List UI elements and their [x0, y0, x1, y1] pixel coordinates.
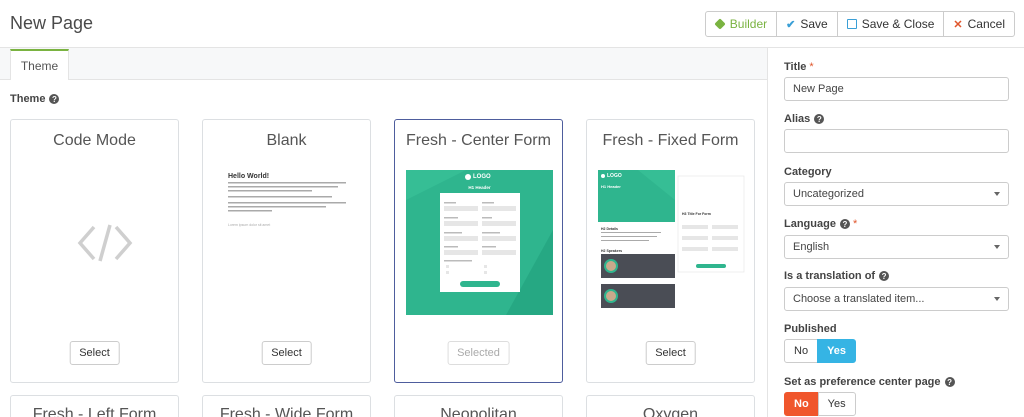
theme-card-title: Fresh - Center Form [406, 132, 551, 149]
published-toggle: No Yes [784, 339, 857, 363]
tab-bar: Theme [0, 48, 767, 81]
preview-footer: Lorem ipsum dolor sit amet [228, 223, 271, 227]
preview-graphic [598, 170, 745, 308]
preview-graphic [406, 170, 553, 315]
code-icon [77, 224, 133, 262]
selected-button[interactable]: Selected [447, 341, 510, 365]
translation-select[interactable]: Choose a translated item... [784, 287, 1009, 311]
title-input[interactable]: New Page [784, 77, 1009, 101]
theme-card-fresh-center-form[interactable]: Fresh - Center Form LOGO H1 Header Selec… [394, 119, 563, 383]
fresh-fixed-preview: LOGO H1 Header H2 Details H2 Speakers H3… [598, 170, 745, 315]
theme-content: Theme ? Code Mode Select Blank Hello Wor… [0, 80, 767, 417]
save-button[interactable]: ✔ Save [776, 11, 838, 37]
theme-card-title: Fresh - Wide Form [219, 406, 354, 417]
language-label: Language ? * [784, 218, 858, 230]
builder-button[interactable]: Builder [704, 11, 778, 37]
fresh-center-preview: LOGO H1 Header [406, 170, 553, 315]
preview-logo: LOGO [607, 173, 622, 179]
page-header: New Page Builder ✔ Save Save & Close ✕ C… [0, 0, 1024, 48]
theme-section-label: Theme ? [10, 93, 60, 105]
required-marker: * [852, 218, 858, 230]
select-button[interactable]: Select [69, 341, 120, 365]
alias-label: Alias ? [784, 113, 825, 125]
preview-logo: LOGO [473, 174, 491, 180]
theme-card-title: Blank [266, 132, 307, 149]
close-icon: ✕ [953, 18, 963, 31]
theme-card-title: Fresh - Fixed Form [602, 132, 739, 149]
chevron-down-icon [994, 297, 1000, 301]
theme-card-blank[interactable]: Blank Hello World! Lorem ipsum dolor sit… [202, 119, 371, 383]
required-marker: * [809, 61, 814, 73]
published-label: Published [784, 323, 837, 335]
title-label: Title * [784, 61, 814, 73]
theme-card-title: Oxygen [642, 406, 699, 417]
help-icon[interactable]: ? [814, 114, 825, 124]
select-button[interactable]: Select [645, 341, 696, 365]
main-panel: Theme Theme ? Code Mode Select Blank Hel… [0, 48, 767, 417]
preview-form-title: H3 Title For Form [682, 212, 711, 216]
header-button-group: Builder ✔ Save Save & Close ✕ Cancel [704, 11, 1015, 37]
theme-card-oxygen[interactable]: Oxygen [586, 395, 755, 417]
published-no-button[interactable]: No [784, 339, 819, 363]
cancel-button[interactable]: ✕ Cancel [943, 11, 1015, 37]
preview-header: H1 Header [601, 184, 621, 189]
published-yes-button[interactable]: Yes [817, 339, 857, 363]
category-select[interactable]: Uncategorized [784, 182, 1009, 206]
translation-label: Is a translation of ? [784, 270, 890, 282]
preview-text-lines [228, 182, 346, 212]
select-button[interactable]: Select [261, 341, 312, 365]
floppy-icon [846, 19, 857, 29]
preference-no-button[interactable]: No [784, 392, 819, 416]
help-icon[interactable]: ? [839, 219, 850, 229]
page-title: New Page [10, 13, 94, 33]
preference-center-toggle: No Yes [784, 392, 856, 416]
tab-theme[interactable]: Theme [10, 49, 69, 81]
language-select[interactable]: English [784, 235, 1009, 259]
chevron-down-icon [994, 192, 1000, 196]
theme-card-code-mode[interactable]: Code Mode Select [10, 119, 179, 383]
preview-speakers: H2 Speakers [601, 249, 623, 253]
preference-yes-button[interactable]: Yes [817, 392, 856, 416]
theme-card-title: Code Mode [53, 132, 136, 149]
properties-sidebar: Title * New Page Alias ? Category Uncate… [767, 48, 1024, 417]
theme-card-fresh-wide-form[interactable]: Fresh - Wide Form [202, 395, 371, 417]
theme-card-fresh-left-form[interactable]: Fresh - Left Form [10, 395, 179, 417]
category-label: Category [784, 166, 832, 178]
save-close-button[interactable]: Save & Close [836, 11, 945, 37]
blank-preview: Hello World! Lorem ipsum dolor sit amet [214, 170, 361, 315]
theme-card-fresh-fixed-form[interactable]: Fresh - Fixed Form LOGO H1 Header H2 Det… [586, 119, 755, 383]
help-icon[interactable]: ? [49, 94, 60, 104]
help-icon[interactable]: ? [879, 271, 890, 281]
check-icon: ✔ [786, 18, 796, 31]
preview-section: H2 Details [601, 227, 618, 231]
theme-card-neopolitan[interactable]: Neopolitan [394, 395, 563, 417]
alias-input[interactable] [784, 129, 1009, 153]
preference-center-label: Set as preference center page ? [784, 376, 955, 388]
theme-card-title: Fresh - Left Form [32, 406, 157, 417]
help-icon[interactable]: ? [944, 377, 955, 387]
chevron-down-icon [994, 245, 1000, 249]
cube-icon [714, 18, 726, 30]
preview-header: H1 Header [468, 185, 491, 190]
theme-card-title: Neopolitan [440, 406, 517, 417]
